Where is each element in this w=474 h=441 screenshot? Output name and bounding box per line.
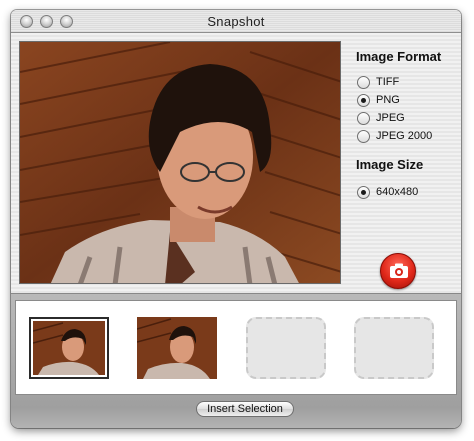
thumbnail-tray: Insert Selection (11, 293, 461, 428)
camera-icon (390, 263, 408, 278)
format-png-label: PNG (376, 94, 400, 106)
thumbnail-slot-4-empty[interactable] (354, 317, 434, 379)
snapshot-thumbnail[interactable] (137, 317, 217, 379)
format-option-jpeg[interactable]: JPEG (357, 109, 456, 127)
image-size-heading: Image Size (356, 157, 424, 172)
image-format-heading: Image Format (356, 49, 442, 64)
insert-selection-button[interactable]: Insert Selection (196, 401, 294, 417)
format-png-radio[interactable] (357, 93, 370, 107)
thumbnail-image (33, 321, 105, 375)
size-option-640x480[interactable]: 640x480 (357, 183, 456, 201)
format-jpeg2000-label: JPEG 2000 (376, 130, 433, 142)
thumbnail-slot-3-empty[interactable] (246, 317, 326, 379)
camera-preview-image (20, 42, 340, 283)
title-bar[interactable]: Snapshot (11, 10, 461, 33)
window-title: Snapshot (207, 14, 265, 29)
format-option-tiff[interactable]: TIFF (357, 73, 456, 91)
size-640x480-radio[interactable] (357, 185, 370, 199)
format-jpeg2000-radio[interactable] (357, 129, 370, 143)
format-jpeg-radio[interactable] (357, 111, 370, 125)
format-tiff-label: TIFF (376, 76, 400, 88)
thumbnail-slot-2[interactable] (137, 317, 217, 379)
thumbnail-slot-1[interactable] (29, 317, 109, 379)
size-640x480-label: 640x480 (376, 186, 419, 198)
camera-preview (19, 41, 341, 284)
snapshot-thumbnail[interactable] (33, 321, 105, 375)
format-jpeg-label: JPEG (376, 112, 405, 124)
format-tiff-radio[interactable] (357, 75, 370, 89)
options-panel: Image Format TIFF PNG JPEG JPEG 2000 Ima… (356, 49, 456, 201)
format-option-jpeg2000[interactable]: JPEG 2000 (357, 127, 456, 145)
thumbnail-strip (15, 300, 457, 395)
capture-area: Image Format TIFF PNG JPEG JPEG 2000 Ima… (11, 33, 461, 293)
snapshot-window: Snapshot Image Format TIFF PNG JPEG JPEG… (11, 10, 461, 428)
format-option-png[interactable]: PNG (357, 91, 456, 109)
take-snapshot-button[interactable] (380, 253, 416, 289)
thumbnail-image (137, 317, 217, 379)
